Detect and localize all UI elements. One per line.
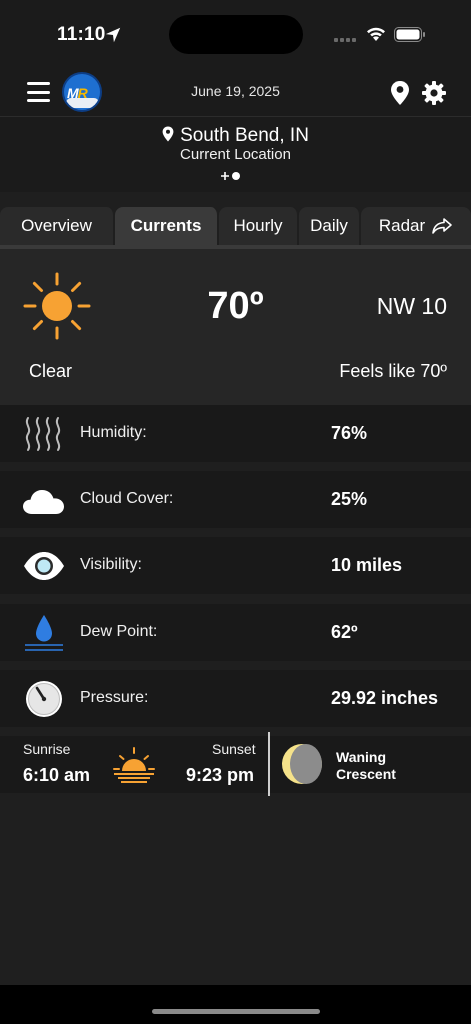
current-conditions-panel: 70º NW 10 Clear Feels like 70º [0, 249, 471, 405]
humidity-label: Humidity: [80, 424, 147, 441]
location-name: South Bend, IN [180, 125, 309, 146]
detail-row-dew-point: Dew Point: 62º [0, 604, 471, 661]
share-arrow-icon [432, 218, 452, 234]
wifi-icon [367, 27, 385, 41]
dew-point-value: 62º [331, 622, 358, 642]
detail-row-humidity: Humidity: 76% [0, 405, 471, 462]
location-pin-icon[interactable] [390, 80, 410, 106]
cloud-cover-label: Cloud Cover: [80, 490, 174, 507]
detail-row-cloud-cover: Cloud Cover: 25% [0, 471, 471, 528]
app-header: MR June 19, 2025 [0, 70, 471, 116]
map-pin-icon [162, 126, 174, 142]
cellular-signal-icon [334, 38, 358, 42]
cloud-icon [23, 490, 64, 514]
tab-overview[interactable]: Overview [0, 207, 115, 245]
water-drop-icon [25, 615, 63, 651]
detail-row-visibility: Visibility: 10 miles [0, 537, 471, 594]
detail-row-pressure: Pressure: 29.92 inches [0, 670, 471, 727]
sunset-label: Sunset [212, 741, 256, 757]
condition-text: Clear [29, 361, 73, 381]
tab-bar: Overview Currents Hourly Daily Radar [0, 207, 471, 245]
eye-icon [24, 552, 64, 580]
sun-moon-row: Sunrise 6:10 am Sunset 9:23 pm Waning Cr… [0, 732, 471, 796]
hamburger-line [27, 99, 50, 102]
tab-radar[interactable]: Radar [361, 207, 471, 245]
moon-phase-icon [282, 744, 322, 784]
home-indicator[interactable] [152, 1009, 320, 1014]
gauge-icon [26, 681, 62, 717]
sunset-time: 9:23 pm [186, 765, 255, 785]
pressure-value: 29.92 inches [331, 688, 439, 708]
visibility-value: 10 miles [331, 555, 403, 575]
feels-like-text: Feels like 70º [339, 361, 447, 381]
pressure-label: Pressure: [80, 689, 149, 706]
sunset-icon [113, 747, 155, 783]
humidity-icon [25, 417, 61, 451]
moon-phase-line1: Waning [336, 749, 387, 765]
moon-phase-text: Waning Crescent [336, 749, 396, 783]
moon-phase-line2: Crescent [336, 766, 396, 782]
sunrise-label: Sunrise [23, 741, 71, 757]
gear-icon[interactable] [421, 80, 447, 106]
bottom-bar [0, 985, 471, 1024]
cloud-cover-value: 25% [331, 489, 368, 509]
battery-icon [394, 27, 425, 42]
location-subtitle: Current Location [180, 146, 291, 163]
location-block[interactable]: South Bend, IN Current Location [0, 116, 471, 192]
dew-point-label: Dew Point: [80, 623, 158, 640]
sunrise-time: 6:10 am [23, 765, 91, 785]
dynamic-island [169, 15, 303, 54]
tab-daily[interactable]: Daily [299, 207, 361, 245]
sun-moon-divider [268, 732, 270, 796]
tab-hourly[interactable]: Hourly [219, 207, 299, 245]
add-location-icon[interactable] [219, 167, 243, 185]
tab-currents[interactable]: Currents [115, 207, 219, 245]
visibility-label: Visibility: [80, 556, 142, 573]
location-arrow-icon [105, 27, 121, 43]
humidity-value: 76% [331, 423, 368, 443]
status-time: 11:10 [57, 24, 106, 45]
wind-reading: NW 10 [376, 293, 447, 319]
logo-cloud [66, 98, 99, 108]
location-title-line: South Bend, IN [0, 125, 471, 147]
status-bar: 11:10 [0, 0, 471, 70]
